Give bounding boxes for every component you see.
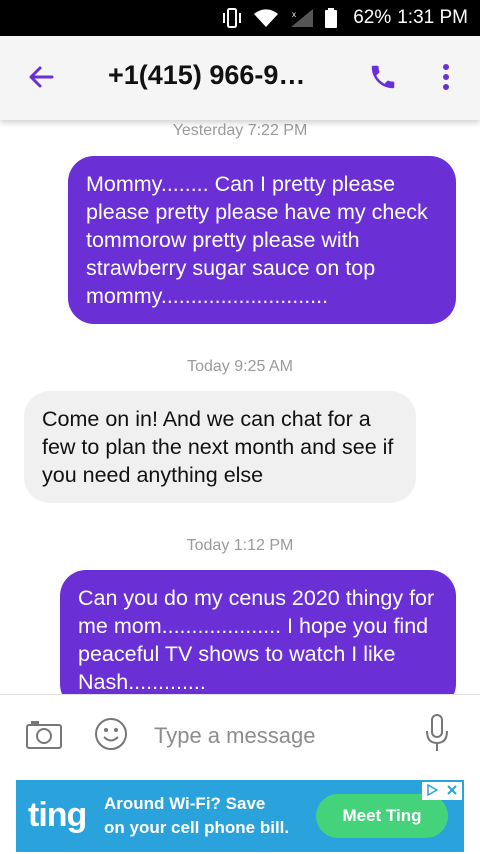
timestamp: Today 9:25 AM: [187, 358, 293, 375]
phone-icon[interactable]: [368, 62, 398, 92]
more-vert-icon[interactable]: [440, 62, 452, 92]
app-bar: +1(415) 966-9…: [0, 36, 480, 120]
clock: 1:31 PM: [397, 7, 468, 28]
ad-banner[interactable]: ting Around Wi-Fi? Save on your cell pho…: [16, 780, 464, 852]
emoji-icon[interactable]: [94, 717, 128, 751]
battery-icon: [325, 8, 338, 28]
mic-icon[interactable]: [424, 713, 450, 753]
wifi-icon: [253, 8, 279, 28]
svg-text:x: x: [292, 10, 296, 19]
message-input[interactable]: [154, 721, 394, 751]
ad-logo: ting: [28, 796, 87, 834]
ad-choices-icon[interactable]: [426, 783, 439, 799]
outgoing-message-bubble[interactable]: Can you do my cenus 2020 thingy for me m…: [60, 570, 456, 694]
ad-line-2: on your cell phone bill.: [104, 818, 290, 837]
ad-choices[interactable]: [422, 782, 462, 800]
battery-percent: 62%: [353, 7, 392, 28]
close-icon[interactable]: [446, 783, 458, 799]
ad-cta-button[interactable]: Meet Ting: [316, 794, 448, 838]
outgoing-message-bubble[interactable]: Mommy........ Can I pretty please please…: [68, 156, 456, 324]
message-thread[interactable]: Yesterday 7:22 PM Mommy........ Can I pr…: [0, 120, 480, 694]
conversation-title: +1(415) 966-9…: [108, 60, 306, 90]
camera-icon[interactable]: [26, 719, 62, 749]
ad-copy: Around Wi-Fi? Save on your cell phone bi…: [104, 792, 289, 840]
message-composer: [0, 694, 480, 780]
back-arrow-icon[interactable]: [26, 62, 56, 92]
incoming-message-bubble[interactable]: Come on in! And we can chat for a few to…: [24, 391, 416, 503]
timestamp: Yesterday 7:22 PM: [172, 122, 308, 139]
vibrate-icon: [221, 8, 243, 28]
signal-icon: x: [289, 8, 315, 28]
ad-line-1: Around Wi-Fi? Save: [104, 794, 266, 813]
timestamp: Today 1:12 PM: [186, 537, 294, 554]
status-bar: x 62% 1:31 PM: [0, 0, 480, 36]
